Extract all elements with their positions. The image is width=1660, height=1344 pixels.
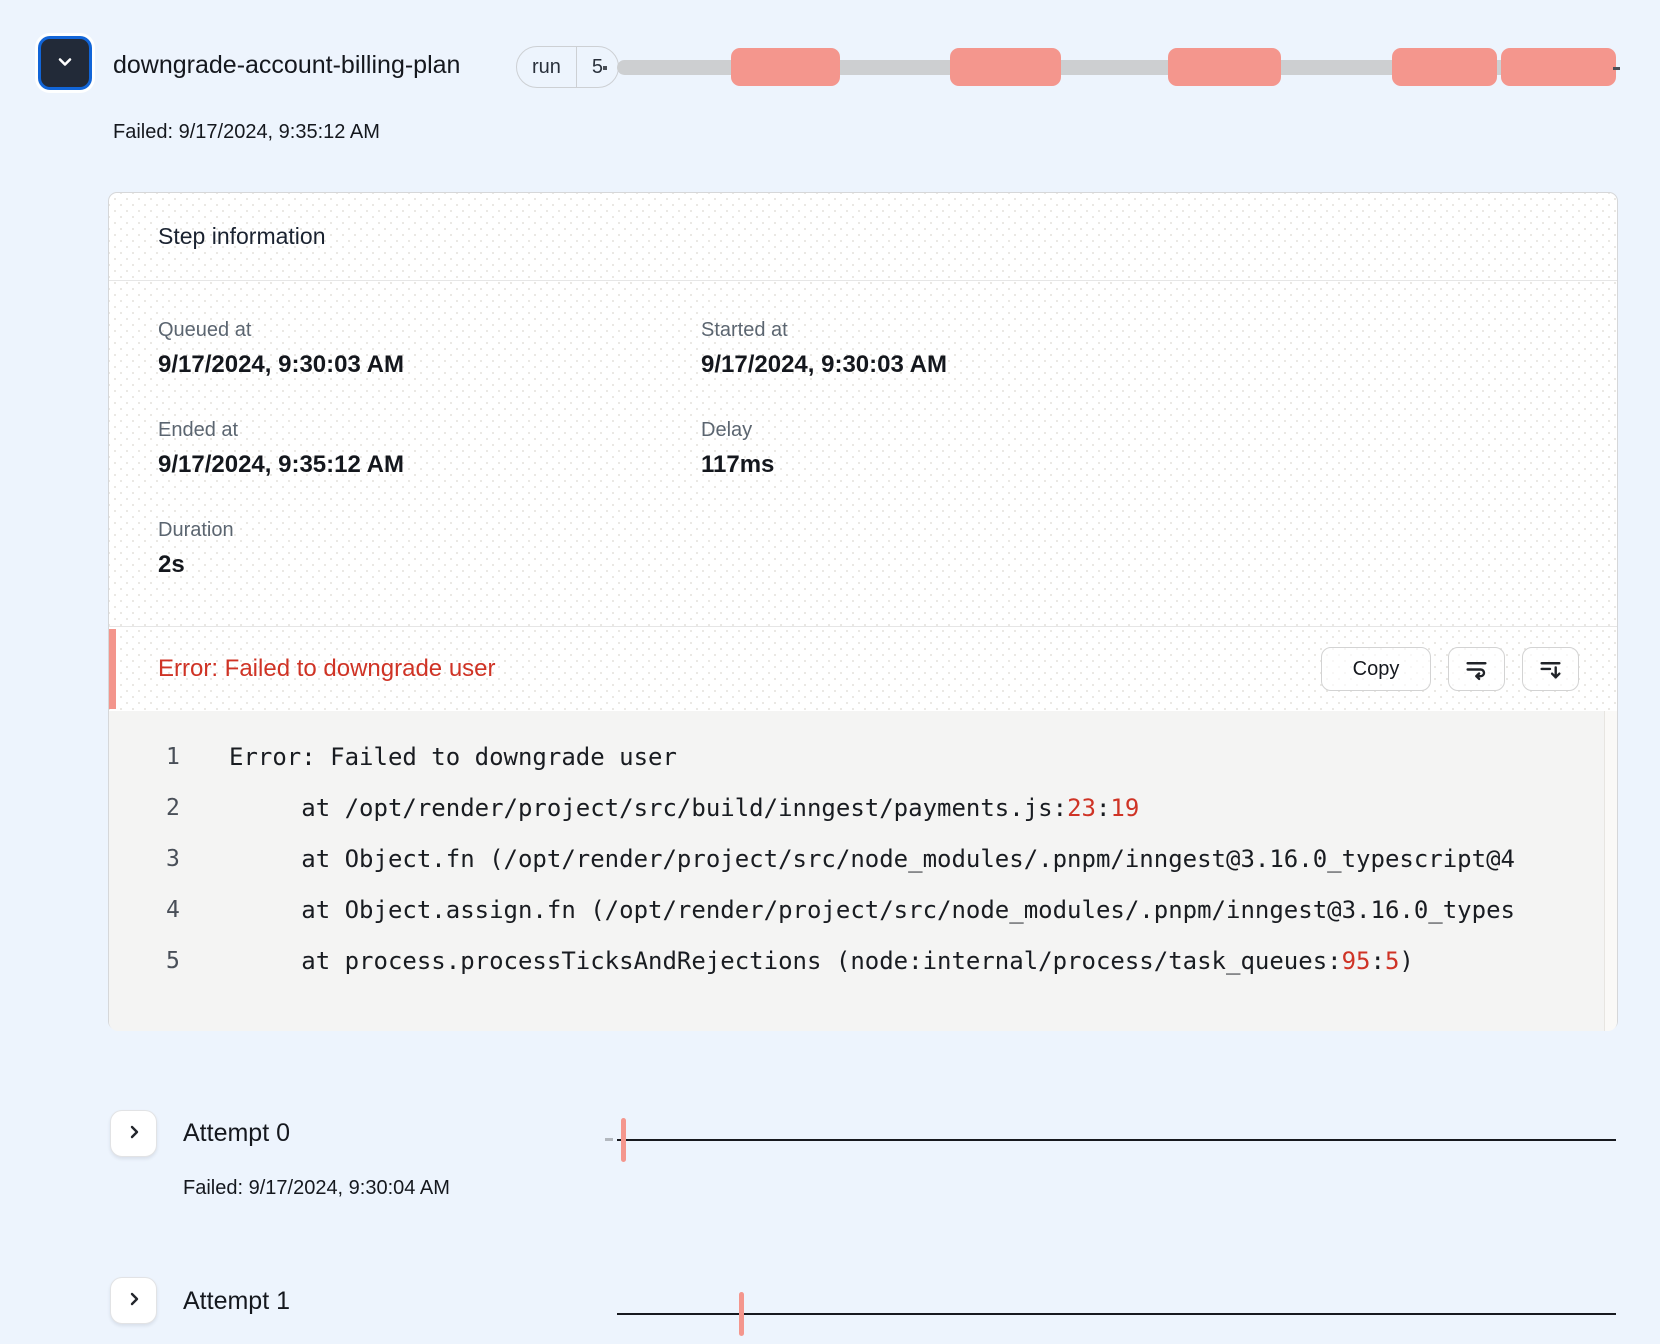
chevron-right-icon [122, 1287, 146, 1314]
error-actions: Copy [1321, 647, 1579, 691]
code-line: 5 at process.processTicksAndRejections (… [109, 935, 1617, 986]
field-value: 9/17/2024, 9:30:03 AM [158, 351, 701, 379]
card-header: Step information [109, 193, 1617, 281]
chevron-down-icon [52, 49, 78, 78]
copy-button[interactable]: Copy [1321, 647, 1431, 691]
wrap-text-button[interactable] [1448, 647, 1505, 691]
field-label: Delay [701, 419, 1617, 442]
field-ended-at: Ended at 9/17/2024, 9:35:12 AM [158, 419, 701, 479]
line-text: at /opt/render/project/src/build/inngest… [229, 794, 1139, 822]
code-line: 2 at /opt/render/project/src/build/innge… [109, 782, 1617, 833]
attempt-0-marker[interactable] [621, 1118, 626, 1162]
field-duration: Duration 2s [158, 519, 701, 579]
scroll-to-bottom-button[interactable] [1522, 647, 1579, 691]
code-scrollbar[interactable] [1604, 711, 1617, 1031]
run-timeline [617, 47, 1616, 87]
code-line: 1Error: Failed to downgrade user [109, 731, 1617, 782]
line-number: 3 [166, 846, 229, 872]
timeline-segment[interactable] [1501, 48, 1616, 86]
code-line: 4 at Object.assign.fn (/opt/render/proje… [109, 884, 1617, 935]
run-badge-label: run [517, 47, 576, 87]
field-label: Ended at [158, 419, 701, 442]
attempt-1-marker[interactable] [739, 1292, 744, 1336]
step-information-card: Step information Queued at 9/17/2024, 9:… [108, 192, 1618, 1030]
field-value: 9/17/2024, 9:35:12 AM [158, 451, 701, 479]
field-queued-at: Queued at 9/17/2024, 9:30:03 AM [158, 319, 701, 379]
field-label: Started at [701, 319, 1617, 342]
line-number: 1 [166, 744, 229, 770]
line-text: at Object.assign.fn (/opt/render/project… [229, 896, 1515, 924]
attempt-0-status: Failed: 9/17/2024, 9:30:04 AM [183, 1177, 450, 1200]
field-value: 9/17/2024, 9:30:03 AM [701, 351, 1617, 379]
attempt-1-label: Attempt 1 [183, 1287, 290, 1316]
timeline-start-tick [603, 66, 607, 70]
step-status: Failed: 9/17/2024, 9:35:12 AM [113, 121, 380, 144]
error-banner: Error: Failed to downgrade user Copy [109, 626, 1617, 711]
field-label: Duration [158, 519, 701, 542]
field-value: 117ms [701, 451, 1617, 479]
line-text: Error: Failed to downgrade user [229, 743, 677, 771]
line-number: 2 [166, 795, 229, 821]
step-details: Queued at 9/17/2024, 9:30:03 AM Started … [109, 281, 1617, 626]
chevron-right-icon [122, 1120, 146, 1147]
attempt-0-label: Attempt 0 [183, 1119, 290, 1148]
attempt-0-expand-button[interactable] [110, 1110, 157, 1157]
step-expand-button[interactable] [38, 36, 92, 90]
stack-trace-lines: 1Error: Failed to downgrade user2 at /op… [109, 731, 1617, 986]
line-text: at Object.fn (/opt/render/project/src/no… [229, 845, 1515, 873]
error-message: Error: Failed to downgrade user [158, 655, 496, 683]
field-delay: Delay 117ms [701, 419, 1617, 479]
timeline-segment[interactable] [1168, 48, 1281, 86]
timeline-segment[interactable] [731, 48, 840, 86]
field-label: Queued at [158, 319, 701, 342]
run-badge-count: 5 [577, 47, 618, 87]
timeline-segment[interactable] [1392, 48, 1497, 86]
error-accent-bar [109, 629, 116, 709]
step-title: downgrade-account-billing-plan [113, 45, 465, 85]
code-line: 3 at Object.fn (/opt/render/project/src/… [109, 833, 1617, 884]
line-number: 5 [166, 948, 229, 974]
scroll-to-bottom-icon [1538, 657, 1563, 682]
attempt-0-timeline-start-tick [605, 1138, 613, 1141]
field-value: 2s [158, 551, 701, 579]
wrap-text-icon [1464, 657, 1489, 682]
stack-trace-viewer: 1Error: Failed to downgrade user2 at /op… [109, 711, 1617, 1031]
line-number: 4 [166, 897, 229, 923]
attempt-1-expand-button[interactable] [110, 1277, 157, 1324]
field-started-at: Started at 9/17/2024, 9:30:03 AM [701, 319, 1617, 379]
line-text: at process.processTicksAndRejections (no… [229, 947, 1414, 975]
timeline-end-tick [1613, 67, 1620, 70]
attempt-0-timeline [617, 1139, 1616, 1141]
attempt-1-timeline [617, 1313, 1616, 1315]
card-title: Step information [158, 223, 325, 250]
timeline-segment[interactable] [950, 48, 1061, 86]
